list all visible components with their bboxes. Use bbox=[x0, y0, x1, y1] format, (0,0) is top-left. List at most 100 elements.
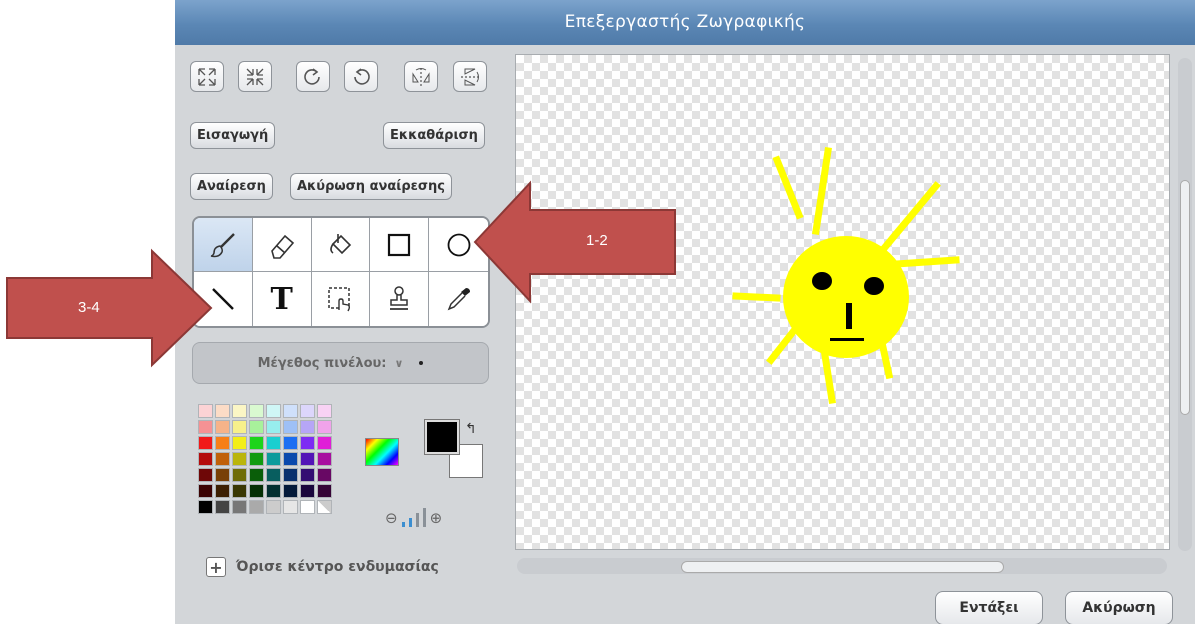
color-swatch[interactable] bbox=[215, 500, 230, 514]
rotate-left-icon bbox=[304, 67, 320, 85]
window-title: Επεξεργαστής Ζωγραφικής bbox=[175, 0, 1195, 45]
rectangle-icon bbox=[388, 233, 411, 256]
color-swatch[interactable] bbox=[249, 500, 264, 514]
color-swatch[interactable] bbox=[232, 452, 247, 466]
color-swatch[interactable] bbox=[232, 404, 247, 418]
color-swatch[interactable] bbox=[232, 500, 247, 514]
brush-size-control[interactable]: Μέγεθος πινέλου: ∨ bbox=[192, 342, 489, 384]
color-swatch[interactable] bbox=[198, 420, 213, 434]
color-swatch[interactable] bbox=[283, 468, 298, 482]
color-swatch[interactable] bbox=[215, 404, 230, 418]
enlarge-icon bbox=[198, 67, 216, 86]
stamp-tool[interactable] bbox=[370, 272, 430, 326]
zoom-level-bar[interactable] bbox=[401, 522, 405, 527]
color-swatch[interactable] bbox=[283, 452, 298, 466]
color-swatch[interactable] bbox=[300, 484, 315, 498]
eraser-tool[interactable] bbox=[252, 218, 312, 272]
color-swatch[interactable] bbox=[249, 436, 264, 450]
cancel-button[interactable]: Ακύρωση bbox=[1065, 591, 1173, 624]
color-swatch[interactable] bbox=[317, 452, 332, 466]
text-tool[interactable]: T bbox=[252, 272, 312, 326]
select-tool[interactable] bbox=[311, 272, 371, 326]
color-swatch[interactable] bbox=[249, 468, 264, 482]
color-swatch[interactable] bbox=[283, 420, 298, 434]
rotate-left-button[interactable] bbox=[296, 61, 330, 92]
zoom-in-icon[interactable]: ⊕ bbox=[430, 509, 443, 527]
color-swatch[interactable] bbox=[249, 452, 264, 466]
annotation-label-3-4: 3-4 bbox=[78, 299, 100, 316]
flip-horizontal-button[interactable] bbox=[404, 61, 438, 92]
import-button[interactable]: Εισαγωγή bbox=[190, 122, 276, 149]
color-swatch[interactable] bbox=[249, 404, 264, 418]
color-swatch[interactable] bbox=[266, 420, 281, 434]
color-swatch[interactable] bbox=[232, 484, 247, 498]
color-swatch[interactable] bbox=[300, 436, 315, 450]
color-swatch[interactable] bbox=[317, 420, 332, 434]
plus-icon: + bbox=[206, 557, 226, 577]
horizontal-scroll-thumb[interactable] bbox=[681, 561, 1004, 573]
enlarge-button[interactable] bbox=[190, 61, 224, 92]
color-swatch[interactable] bbox=[198, 404, 213, 418]
color-swatch[interactable] bbox=[215, 420, 230, 434]
redo-button[interactable]: Ακύρωση αναίρεσης bbox=[290, 173, 452, 200]
color-swatch[interactable] bbox=[317, 484, 332, 498]
color-swatch[interactable] bbox=[266, 484, 281, 498]
zoom-out-icon[interactable]: ⊖ bbox=[385, 509, 398, 527]
undo-button[interactable]: Αναίρεση bbox=[190, 173, 273, 200]
color-swatch[interactable] bbox=[266, 404, 281, 418]
color-swatch[interactable] bbox=[266, 500, 281, 514]
clear-button[interactable]: Εκκαθάριση bbox=[383, 122, 485, 149]
color-swatch[interactable] bbox=[300, 500, 315, 514]
swap-colors-icon[interactable]: ↰ bbox=[465, 421, 477, 437]
color-spectrum-button[interactable] bbox=[365, 438, 399, 466]
text-tool-glyph: T bbox=[270, 281, 293, 317]
color-swatch[interactable] bbox=[249, 484, 264, 498]
color-swatch[interactable] bbox=[266, 468, 281, 482]
shrink-icon bbox=[246, 68, 264, 85]
color-swatch[interactable] bbox=[215, 452, 230, 466]
color-swatch[interactable] bbox=[232, 436, 247, 450]
rectangle-tool[interactable] bbox=[370, 218, 430, 272]
eraser-icon bbox=[270, 234, 294, 259]
brush-size-label: Μέγεθος πινέλου: bbox=[257, 355, 387, 371]
color-swatch[interactable] bbox=[215, 436, 230, 450]
zoom-level-bar[interactable] bbox=[408, 518, 412, 527]
color-swatch[interactable] bbox=[317, 436, 332, 450]
color-swatch[interactable] bbox=[198, 468, 213, 482]
ok-button[interactable]: Εντάξει bbox=[935, 591, 1043, 624]
color-swatch[interactable] bbox=[283, 500, 298, 514]
color-swatch[interactable] bbox=[283, 404, 298, 418]
color-swatch[interactable] bbox=[283, 436, 298, 450]
shrink-button[interactable] bbox=[238, 61, 272, 92]
color-swatch[interactable] bbox=[249, 420, 264, 434]
color-swatch[interactable] bbox=[215, 468, 230, 482]
color-swatch[interactable] bbox=[198, 500, 213, 514]
color-swatch[interactable] bbox=[198, 436, 213, 450]
flip-vertical-button[interactable] bbox=[453, 61, 487, 92]
fill-tool[interactable] bbox=[311, 218, 371, 272]
color-swatch[interactable] bbox=[300, 452, 315, 466]
color-swatch[interactable] bbox=[232, 468, 247, 482]
flip-vertical-icon bbox=[461, 68, 479, 85]
rotate-right-icon bbox=[354, 67, 370, 85]
color-swatch[interactable] bbox=[266, 436, 281, 450]
flip-horizontal-icon bbox=[412, 67, 430, 86]
vertical-scroll-thumb[interactable] bbox=[1180, 180, 1190, 415]
color-swatch[interactable] bbox=[317, 500, 332, 514]
color-swatch[interactable] bbox=[283, 484, 298, 498]
zoom-level-bar[interactable] bbox=[415, 513, 419, 527]
color-swatch[interactable] bbox=[198, 452, 213, 466]
color-swatch[interactable] bbox=[300, 468, 315, 482]
color-swatch[interactable] bbox=[300, 420, 315, 434]
color-swatch[interactable] bbox=[215, 484, 230, 498]
color-swatch[interactable] bbox=[198, 484, 213, 498]
color-swatch[interactable] bbox=[317, 468, 332, 482]
set-costume-center-button[interactable]: + Όρισε κέντρο ενδυμασίας bbox=[206, 557, 439, 577]
zoom-level-bar[interactable] bbox=[422, 508, 426, 527]
color-swatch[interactable] bbox=[300, 404, 315, 418]
foreground-color-swatch[interactable] bbox=[424, 419, 460, 455]
color-swatch[interactable] bbox=[232, 420, 247, 434]
color-swatch[interactable] bbox=[266, 452, 281, 466]
rotate-right-button[interactable] bbox=[344, 61, 378, 92]
color-swatch[interactable] bbox=[317, 404, 332, 418]
